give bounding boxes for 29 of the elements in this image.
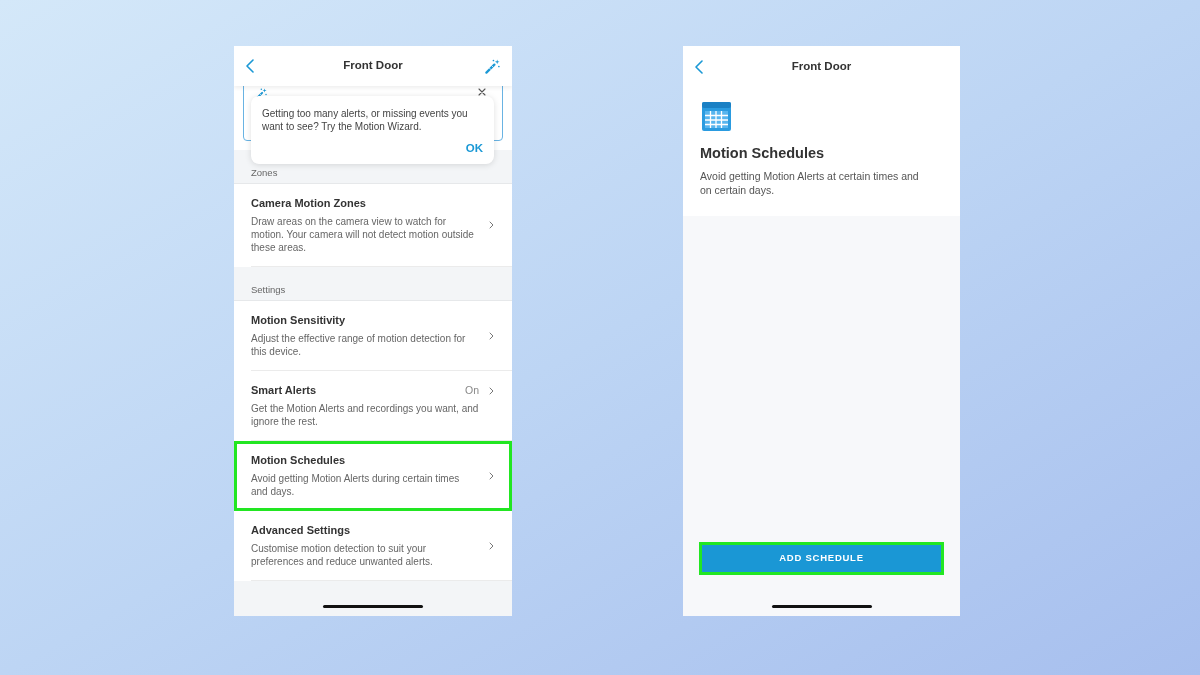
row-description: Adjust the effective range of motion detection for this device. [251,332,467,358]
chevron-right-icon [489,331,494,340]
row-title: Camera Motion Zones [251,196,366,211]
chevron-right-icon [489,471,494,480]
row-title: Smart Alerts [251,383,316,398]
row-description: Customise motion detection to suit your preferences and reduce unwanted alerts. [251,542,434,568]
row-title: Motion Sensitivity [251,313,346,328]
row-value: On [465,383,479,398]
close-icon[interactable] [478,88,486,96]
chevron-right-icon [489,541,494,550]
back-icon[interactable] [695,60,703,74]
row-description: Draw areas on the camera view to watch for motion. Your camera will not detect motion outside these areas. [251,215,475,254]
calendar-icon [702,102,731,131]
row-description: Avoid getting Motion Alerts during certain times and days. [251,472,461,498]
page-description: Avoid getting Motion Alerts at certain times and on certain days. [700,169,920,197]
screen-title: Front Door [791,59,852,75]
settings-row[interactable]: Motion Schedules Avoid getting Motion Alerts during certain times and days. [234,441,512,511]
magic-wand-icon[interactable] [485,58,500,74]
back-icon[interactable] [246,59,254,73]
chevron-right-icon [489,386,494,395]
popup-message: Getting too many alerts, or missing events you want to see? Try the Motion Wizard. [262,107,469,133]
section-header: Zones [251,167,278,179]
section-header: Settings [251,284,286,296]
row-description: Get the Motion Alerts and recordings you want, and ignore the rest. [251,402,480,428]
row-title: Advanced Settings [251,523,351,538]
row-title: Motion Schedules [251,453,346,468]
screen-title: Front Door [343,58,403,74]
page-heading: Motion Schedules [700,144,825,162]
chevron-right-icon [489,221,494,229]
